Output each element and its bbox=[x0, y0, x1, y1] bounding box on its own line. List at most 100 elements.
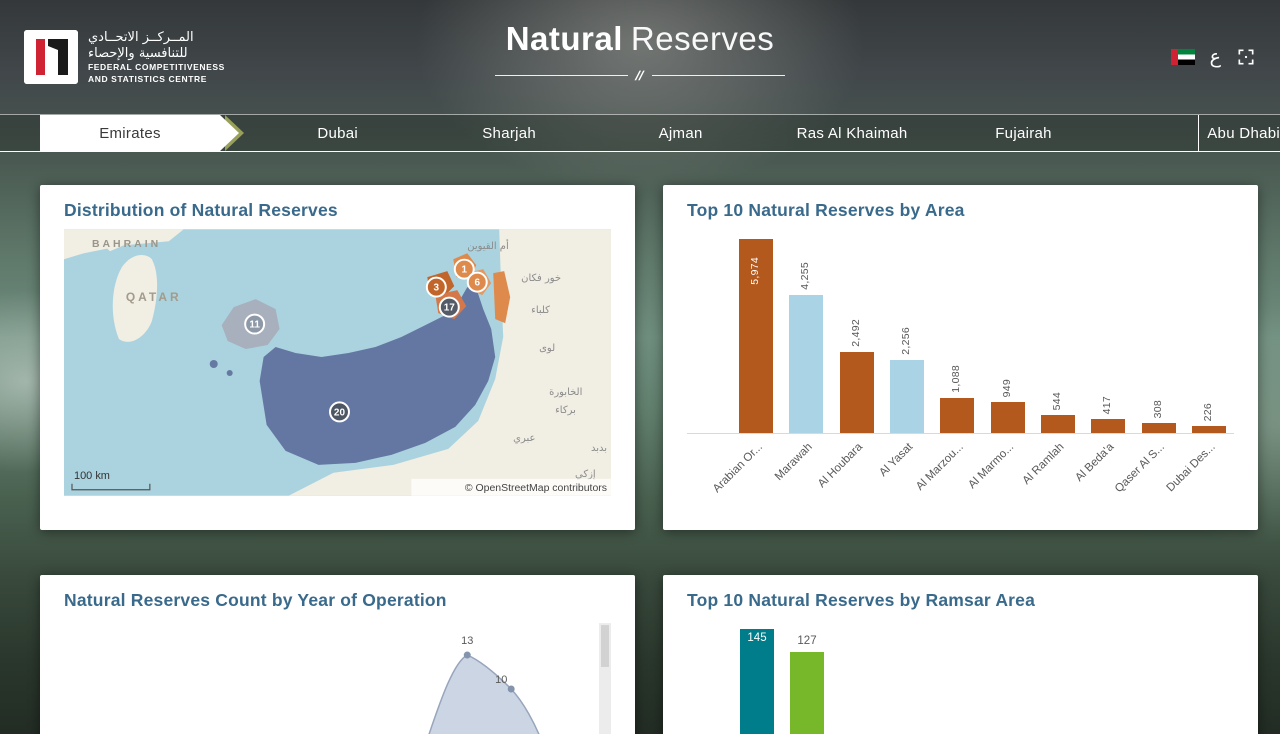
map-place-label: بركاء bbox=[555, 405, 576, 416]
fullscreen-icon[interactable] bbox=[1236, 47, 1256, 67]
map-island bbox=[226, 369, 233, 376]
bar-column[interactable]: 949 Al Marmo... bbox=[966, 229, 1032, 491]
bar-category-label: Al Beda'a bbox=[1073, 441, 1117, 485]
fcsc-logo: المــركــز الاتحــادي للتنافسية والإحصاء… bbox=[24, 30, 225, 84]
bar-category-label: Al Marzou... bbox=[913, 441, 966, 493]
map-region-badge[interactable]: 3 bbox=[425, 276, 447, 298]
page-title-light: Reserves bbox=[630, 20, 775, 57]
tab-emirates[interactable]: Emirates bbox=[40, 115, 244, 151]
bar-category-label: Al Yasat bbox=[877, 441, 916, 480]
bar-value-label: 4,255 bbox=[799, 262, 812, 290]
svg-text:6: 6 bbox=[474, 278, 480, 289]
bar-value-label: 226 bbox=[1201, 402, 1214, 421]
logo-arabic-line1: المــركــز الاتحــادي bbox=[88, 30, 194, 46]
title-divider-glyph: // bbox=[633, 68, 647, 83]
map-place-label: لوى bbox=[539, 343, 555, 354]
tab-ajman[interactable]: Ajman bbox=[595, 115, 766, 151]
card-title: Natural Reserves Count by Year of Operat… bbox=[64, 590, 447, 610]
title-divider: // bbox=[495, 68, 786, 83]
bar-column[interactable]: 145 bbox=[740, 629, 774, 734]
logo-english-line1: FEDERAL COMPETITIVENESS bbox=[88, 62, 225, 73]
map-place-label: إزكي bbox=[575, 469, 596, 480]
card-title: Top 10 Natural Reserves by Ramsar Area bbox=[687, 590, 1036, 610]
emirates-tab-bar: Emirates Dubai Sharjah Ajman Ras Al Khaimah F… bbox=[0, 114, 1280, 152]
map-attribution[interactable]: © OpenStreetMap contributors bbox=[411, 478, 611, 496]
fcsc-emblem-icon bbox=[24, 30, 78, 84]
bar[interactable] bbox=[1091, 419, 1126, 433]
map-place-label: أم القيوين bbox=[467, 239, 509, 252]
map-region-badge[interactable]: 11 bbox=[244, 313, 266, 335]
bar-category-label: Al Marmo... bbox=[966, 441, 1017, 492]
svg-text:17: 17 bbox=[444, 303, 456, 314]
bar[interactable] bbox=[790, 652, 824, 734]
bar-value-label: 145 bbox=[747, 632, 767, 644]
bar-column[interactable]: 308 Qaser Al S... bbox=[1113, 229, 1183, 495]
bar[interactable] bbox=[1191, 426, 1226, 433]
uae-map[interactable]: BAHRAIN QATAR أم القيوين خور فكان كلباء لوى… bbox=[64, 229, 611, 496]
card-top10-ramsar: Top 10 Natural Reserves by Ramsar Area 1… bbox=[663, 575, 1258, 734]
year-point[interactable] bbox=[507, 685, 515, 693]
bar-category-label: Al Ramlah bbox=[1020, 441, 1067, 488]
bar-column[interactable]: 544 Al Ramlah bbox=[1020, 229, 1083, 487]
bar[interactable] bbox=[890, 360, 925, 433]
tab-fujairah[interactable]: Fujairah bbox=[938, 115, 1109, 151]
bar-value-label: 2,256 bbox=[900, 327, 913, 355]
bar-column[interactable]: 226 Dubai Des... bbox=[1164, 229, 1234, 494]
bar[interactable] bbox=[990, 402, 1025, 433]
tab-ras-al-khaimah[interactable]: Ras Al Khaimah bbox=[766, 115, 937, 151]
bar-value-label: 308 bbox=[1151, 399, 1164, 418]
bar-column[interactable]: 4,255 Marawah bbox=[773, 229, 831, 483]
svg-text:11: 11 bbox=[249, 320, 260, 331]
bar-value-label: 2,492 bbox=[849, 319, 862, 347]
area-bar-chart: 5,974 Arabian Or... 4,255 Marawah 2,492 Al Ho… bbox=[687, 229, 1234, 495]
bar[interactable] bbox=[1040, 415, 1075, 433]
tab-label: Emirates bbox=[99, 124, 161, 142]
tab-label: Abu Dhabi bbox=[1207, 124, 1280, 142]
language-toggle[interactable]: ع bbox=[1210, 46, 1221, 68]
bar[interactable] bbox=[1141, 423, 1176, 433]
tab-label: Ajman bbox=[658, 124, 703, 142]
map-region-badge[interactable]: 17 bbox=[438, 296, 460, 318]
bar-column[interactable]: 5,974 Arabian Or... bbox=[711, 229, 781, 495]
bar-column[interactable]: 2,256 Al Yasat bbox=[878, 229, 932, 479]
bar[interactable]: 145 bbox=[740, 629, 774, 734]
svg-text:3: 3 bbox=[434, 283, 440, 294]
card-title: Top 10 Natural Reserves by Area bbox=[687, 200, 965, 220]
year-point-label: 10 bbox=[495, 674, 507, 686]
bar-category-label: Arabian Or... bbox=[710, 441, 765, 496]
bar-column[interactable]: 2,492 Al Houbara bbox=[816, 229, 882, 490]
bar-category-label: Al Houbara bbox=[816, 441, 866, 491]
year-point-label: 13 bbox=[461, 635, 473, 647]
bar-value-label: 544 bbox=[1050, 391, 1063, 410]
tab-sharjah[interactable]: Sharjah bbox=[423, 115, 594, 151]
svg-text:© OpenStreetMap contributors: © OpenStreetMap contributors bbox=[465, 483, 607, 494]
tab-label: Dubai bbox=[317, 124, 359, 142]
year-point[interactable] bbox=[463, 651, 471, 659]
tab-label: Sharjah bbox=[482, 124, 537, 142]
tab-dubai[interactable]: Dubai bbox=[252, 115, 423, 151]
year-area-chart[interactable]: 13 10 bbox=[64, 619, 611, 734]
chart-scrollbar-thumb[interactable] bbox=[601, 625, 610, 668]
bar-category-label: Qaser Al S... bbox=[1112, 441, 1168, 496]
bar[interactable] bbox=[789, 295, 824, 433]
bar-column[interactable]: 417 Al Beda'a bbox=[1074, 229, 1133, 484]
map-region-badge[interactable]: 6 bbox=[466, 271, 488, 293]
tab-abu-dhabi[interactable]: Abu Dhabi bbox=[1198, 115, 1280, 151]
map-place-label: كلباء bbox=[531, 305, 550, 316]
tab-label: Ras Al Khaimah bbox=[796, 124, 908, 142]
page-title: Natural Reserves // bbox=[430, 20, 850, 83]
bar[interactable] bbox=[839, 352, 874, 433]
bar-value-label: 417 bbox=[1101, 395, 1114, 414]
bar-value-label: 949 bbox=[1000, 378, 1013, 397]
svg-text:1: 1 bbox=[461, 265, 467, 276]
dashboard-page: المــركــز الاتحــادي للتنافسية والإحصاء… bbox=[0, 0, 1280, 734]
map-place-label: بدبد bbox=[591, 443, 607, 454]
bar-column[interactable]: 127 bbox=[790, 635, 824, 734]
svg-text:100 km: 100 km bbox=[74, 470, 110, 482]
card-distribution-map: Distribution of Natural Reserves BAHRAIN… bbox=[40, 185, 635, 530]
card-title: Distribution of Natural Reserves bbox=[64, 200, 338, 220]
bar-column[interactable]: 1,088 Al Marzou... bbox=[914, 229, 982, 493]
map-region-badge[interactable]: 20 bbox=[329, 401, 350, 423]
bar[interactable] bbox=[940, 398, 975, 433]
bar-category-label: Dubai Des... bbox=[1164, 441, 1218, 495]
